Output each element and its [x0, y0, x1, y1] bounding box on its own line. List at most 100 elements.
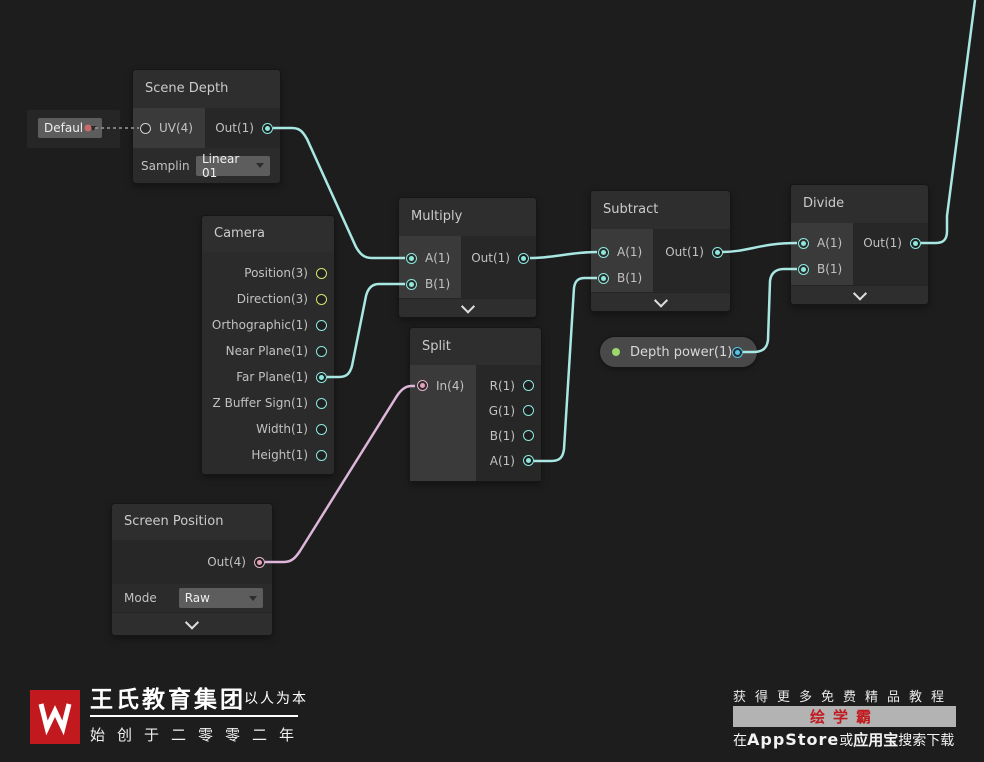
camera-output-row: Z Buffer Sign(1) [202, 390, 334, 416]
port-b-out[interactable] [523, 430, 534, 441]
port-out[interactable] [910, 237, 921, 249]
port-label: Far Plane(1) [236, 370, 308, 384]
port-g-out[interactable] [523, 405, 534, 416]
port-width-out[interactable] [316, 423, 327, 435]
node-title: Split [410, 328, 541, 365]
port-uv-in[interactable] [140, 122, 151, 134]
node-title: Camera [202, 216, 334, 252]
download-post: 搜索下载 [898, 733, 955, 749]
sampling-label: Samplin [141, 158, 190, 173]
port-height-out[interactable] [316, 449, 327, 461]
chevron-down-icon [460, 299, 475, 314]
port-label: Out(4) [207, 555, 246, 569]
port-a-in[interactable] [598, 246, 609, 258]
chevron-down-icon [653, 293, 668, 308]
port-farplane-out[interactable] [316, 371, 327, 383]
port-label: B(1) [489, 428, 515, 443]
port-b-in[interactable] [598, 272, 609, 284]
port-a-in[interactable] [406, 252, 417, 264]
uv-default-dropdown[interactable]: Defaul [38, 118, 102, 138]
port-label: B(1) [425, 277, 451, 291]
node-divide[interactable]: Divide A(1) B(1) Out(1) [791, 185, 928, 304]
property-exposed-dot-icon [612, 348, 620, 356]
port-a-out[interactable] [523, 455, 534, 466]
port-label: Out(1) [471, 251, 510, 265]
wire-multiply-to-subtract-a[interactable] [529, 250, 598, 260]
port-label: B(1) [617, 271, 643, 285]
port-out[interactable] [732, 346, 743, 358]
port-label: G(1) [488, 403, 515, 418]
node-subtract[interactable]: Subtract A(1) B(1) Out(1) [591, 191, 730, 311]
node-camera[interactable]: Camera Position(3) Direction(3) Orthogra… [202, 216, 334, 474]
port-nearplane-out[interactable] [316, 345, 327, 357]
collapse-control[interactable] [112, 612, 272, 635]
download-store1: AppStore [747, 730, 840, 749]
node-scene-depth[interactable]: Scene Depth UV(4) Out(1) Samplin Linear … [133, 70, 280, 183]
port-label: Out(1) [215, 121, 254, 135]
port-out[interactable] [254, 556, 265, 568]
app-name-bar: 绘学霸 [733, 706, 956, 727]
dropdown-arrow-icon [89, 125, 98, 131]
port-label: R(1) [489, 378, 515, 393]
node-title: Screen Position [112, 504, 272, 540]
port-label: Direction(3) [236, 292, 308, 306]
camera-output-row: Far Plane(1) [202, 364, 334, 390]
wangs-logo-w-icon [38, 703, 72, 736]
port-r-out[interactable] [523, 380, 534, 391]
port-b-in[interactable] [406, 278, 417, 290]
port-label: A(1) [489, 453, 515, 468]
camera-output-row: Position(3) [202, 260, 334, 286]
node-title: Subtract [591, 191, 730, 229]
collapse-control[interactable] [591, 292, 730, 311]
collapse-control[interactable] [399, 298, 536, 317]
camera-output-row: Height(1) [202, 442, 334, 468]
port-zbuffersign-out[interactable] [316, 397, 327, 409]
download-pre: 在 [733, 733, 747, 749]
port-label: UV(4) [159, 121, 193, 135]
sampling-dropdown[interactable]: Linear 01 [196, 152, 270, 180]
camera-output-row: Direction(3) [202, 286, 334, 312]
node-multiply[interactable]: Multiply A(1) B(1) Out(1) [399, 198, 536, 317]
port-label: In(4) [436, 378, 465, 393]
port-label: A(1) [617, 245, 643, 259]
wire-split-a-to-subtract-b[interactable] [534, 276, 597, 463]
node-title: Scene Depth [133, 70, 280, 108]
port-direction-out[interactable] [316, 293, 327, 305]
brand-divider [90, 715, 298, 717]
chevron-down-icon [852, 286, 867, 301]
wire-divide-out-offscreen[interactable] [921, 0, 977, 245]
founded-text: 始创于二零零二年 [90, 726, 307, 744]
camera-output-row: Width(1) [202, 416, 334, 442]
port-orthographic-out[interactable] [316, 319, 327, 331]
port-label: Z Buffer Sign(1) [212, 396, 308, 410]
port-out[interactable] [518, 252, 529, 264]
wire-farplane-to-multiply-b[interactable] [327, 282, 405, 379]
port-out[interactable] [712, 246, 723, 258]
port-label: Height(1) [251, 448, 308, 462]
download-instruction: 在AppStore或应用宝搜索下载 [733, 729, 954, 750]
node-title: Divide [791, 185, 928, 223]
node-split[interactable]: Split In(4) R(1) G(1) B(1) A(1) [410, 328, 541, 481]
company-name: 王氏教育集团 [90, 687, 246, 713]
port-label: Orthographic(1) [211, 318, 308, 332]
node-depth-power-property[interactable]: Depth power(1) [600, 337, 757, 367]
mode-dropdown[interactable]: Raw [178, 588, 263, 608]
dropdown-arrow-icon [248, 595, 257, 601]
mode-label: Mode [124, 591, 157, 605]
property-label: Depth power(1) [630, 344, 733, 360]
download-or: 或 [839, 733, 854, 749]
port-a-in[interactable] [798, 237, 809, 249]
port-label: B(1) [817, 262, 843, 276]
port-in[interactable] [417, 380, 428, 391]
node-screen-position[interactable]: Screen Position Out(4) Mode Raw [112, 504, 272, 635]
port-label: Position(3) [244, 266, 308, 280]
port-label: Width(1) [256, 422, 308, 436]
port-out[interactable] [262, 122, 273, 134]
port-b-in[interactable] [798, 263, 809, 275]
port-position-out[interactable] [316, 267, 327, 279]
wangs-logo [30, 690, 80, 744]
shader-graph-canvas[interactable]: Defaul Scene Depth UV(4) Out(1) Samplin … [0, 0, 984, 762]
collapse-control[interactable] [791, 285, 928, 304]
app-name: 绘学霸 [809, 708, 879, 726]
wire-subtract-to-divide-a[interactable] [721, 241, 798, 254]
